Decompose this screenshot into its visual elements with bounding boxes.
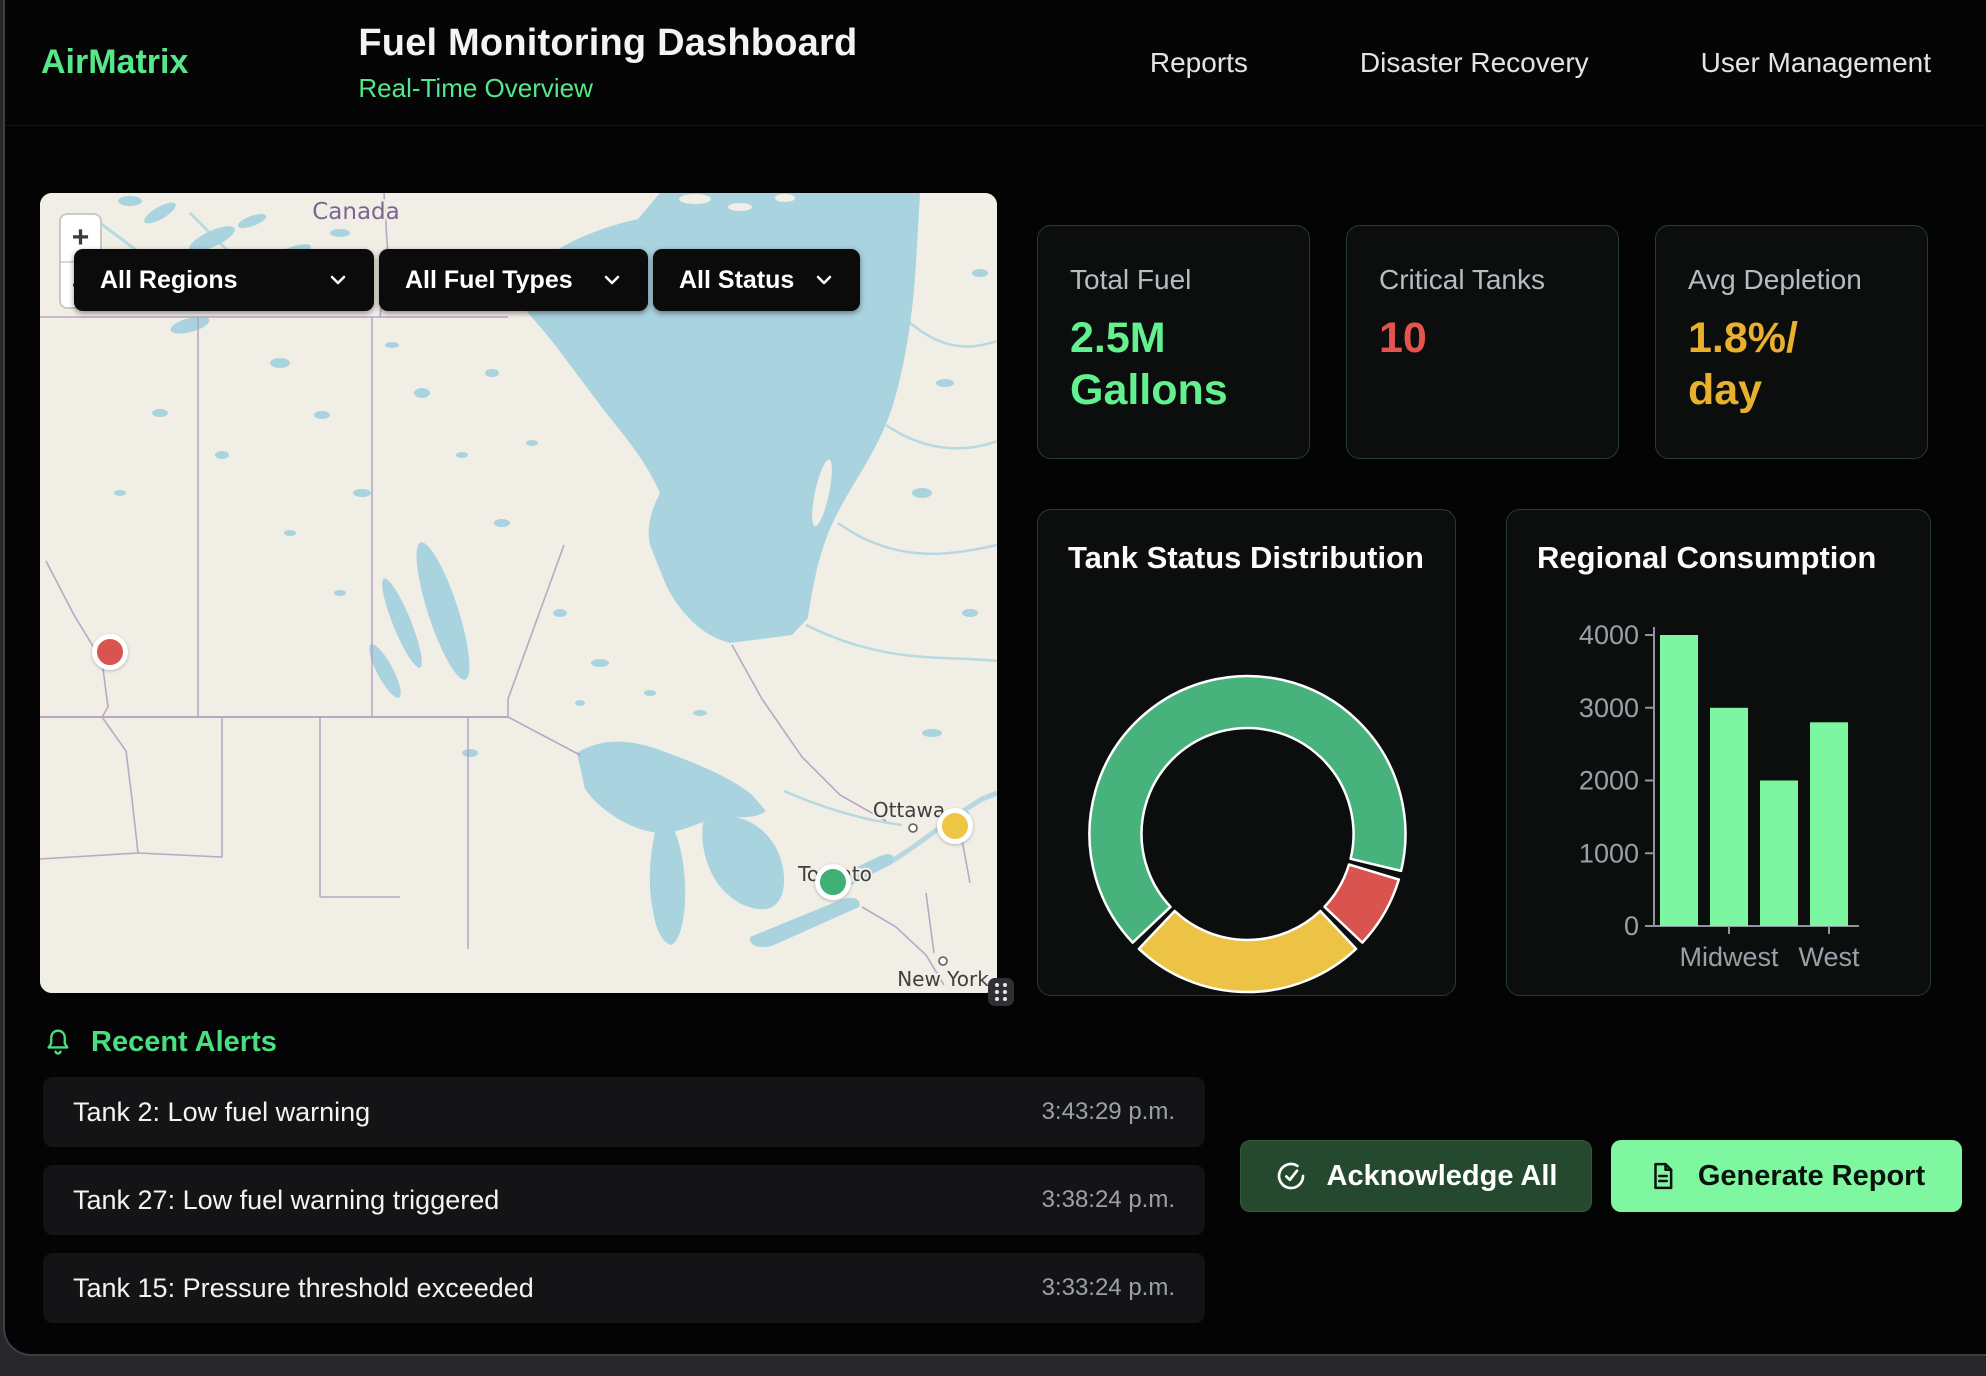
fuel-type-filter-dropdown[interactable]: All Fuel Types [379, 249, 648, 311]
region-filter-dropdown[interactable]: All Regions [74, 249, 374, 311]
header: AirMatrix Fuel Monitoring Dashboard Real… [5, 0, 1986, 126]
generate-report-button[interactable]: Generate Report [1611, 1140, 1962, 1212]
regional-consumption-card: Regional Consumption 0 1000 2000 3000 4000 Mi… [1506, 509, 1931, 996]
chart-title: Tank Status Distribution [1038, 510, 1455, 576]
tank-marker-warning[interactable] [937, 808, 973, 844]
kpi-label: Avg Depletion [1688, 264, 1895, 296]
nav-user-management[interactable]: User Management [1701, 47, 1931, 79]
svg-text:2000: 2000 [1579, 766, 1639, 796]
kpi-value: 2.5M Gallons [1070, 312, 1277, 417]
kpi-label: Critical Tanks [1379, 264, 1586, 296]
chevron-down-icon [326, 268, 350, 292]
chevron-down-icon [600, 268, 624, 292]
chart-title: Regional Consumption [1507, 510, 1930, 576]
page-title: Fuel Monitoring Dashboard [358, 22, 857, 65]
ottawa-town-dot [909, 824, 917, 832]
kpi-row: Total Fuel 2.5M Gallons Critical Tanks 1… [1037, 225, 1928, 459]
kpi-label: Total Fuel [1070, 264, 1277, 296]
tank-marker-critical[interactable] [92, 634, 128, 670]
svg-text:West: West [1798, 942, 1860, 972]
main-nav: Reports Disaster Recovery User Managemen… [1150, 47, 1931, 79]
acknowledge-all-button[interactable]: Acknowledge All [1240, 1140, 1592, 1212]
bell-icon [43, 1027, 73, 1059]
map-label-new-york: New York [897, 967, 989, 991]
status-filter-dropdown[interactable]: All Status [653, 249, 860, 311]
map-label-canada: Canada [312, 199, 400, 225]
alert-text: Tank 2: Low fuel warning [73, 1097, 370, 1128]
kpi-avg-depletion: Avg Depletion 1.8%/ day [1655, 225, 1928, 459]
status-filter-value: All Status [679, 266, 794, 295]
kpi-critical-tanks: Critical Tanks 10 [1346, 225, 1619, 459]
svg-text:3000: 3000 [1579, 693, 1639, 723]
basemap: Canada Ottawa Toronto New York [40, 193, 997, 993]
tank-marker-normal[interactable] [815, 864, 851, 900]
check-circle-icon [1275, 1160, 1307, 1192]
app-window: AirMatrix Fuel Monitoring Dashboard Real… [3, 0, 1986, 1356]
page-subtitle: Real-Time Overview [358, 73, 857, 104]
charts-row: Tank Status Distribution Regional Consum… [1037, 509, 1931, 996]
alerts-header: Recent Alerts [43, 1026, 277, 1059]
alert-row[interactable]: Tank 27: Low fuel warning triggered 3:38… [43, 1165, 1205, 1235]
chevron-down-icon [812, 268, 836, 292]
region-filter-value: All Regions [100, 266, 238, 295]
tank-status-card: Tank Status Distribution [1037, 509, 1456, 996]
alert-row[interactable]: Tank 2: Low fuel warning 3:43:29 p.m. [43, 1077, 1205, 1147]
alert-text: Tank 27: Low fuel warning triggered [73, 1185, 499, 1216]
file-text-icon [1648, 1161, 1678, 1191]
kpi-total-fuel: Total Fuel 2.5M Gallons [1037, 225, 1310, 459]
svg-text:4000: 4000 [1579, 620, 1639, 650]
nav-reports[interactable]: Reports [1150, 47, 1248, 79]
svg-text:0: 0 [1624, 911, 1639, 941]
map-label-ottawa: Ottawa [873, 798, 945, 822]
svg-text:Midwest: Midwest [1679, 942, 1779, 972]
alert-time: 3:33:24 p.m. [1042, 1274, 1175, 1302]
alerts-title: Recent Alerts [91, 1026, 277, 1059]
resize-grip-icon[interactable] [988, 978, 1014, 1006]
fuel-type-filter-value: All Fuel Types [405, 266, 573, 295]
title-block: Fuel Monitoring Dashboard Real-Time Over… [358, 22, 857, 104]
alert-text: Tank 15: Pressure threshold exceeded [73, 1273, 534, 1304]
brand-logo: AirMatrix [41, 43, 188, 82]
alert-time: 3:43:29 p.m. [1042, 1098, 1175, 1126]
acknowledge-all-label: Acknowledge All [1327, 1160, 1558, 1193]
kpi-value: 10 [1379, 312, 1586, 364]
map-canvas[interactable]: Canada Ottawa Toronto New York + − All R… [40, 193, 997, 993]
svg-text:1000: 1000 [1579, 838, 1639, 868]
kpi-value: 1.8%/ day [1688, 312, 1895, 417]
donut-chart [1038, 579, 1457, 1014]
alert-time: 3:38:24 p.m. [1042, 1186, 1175, 1214]
map-filter-bar: All Regions All Fuel Types All Status [74, 249, 860, 311]
nav-disaster-recovery[interactable]: Disaster Recovery [1360, 47, 1589, 79]
bar-chart: 0 1000 2000 3000 4000 Midwest West [1507, 579, 1932, 1014]
generate-report-label: Generate Report [1698, 1160, 1925, 1193]
alert-row[interactable]: Tank 15: Pressure threshold exceeded 3:3… [43, 1253, 1205, 1323]
new-york-town-dot [939, 957, 947, 965]
